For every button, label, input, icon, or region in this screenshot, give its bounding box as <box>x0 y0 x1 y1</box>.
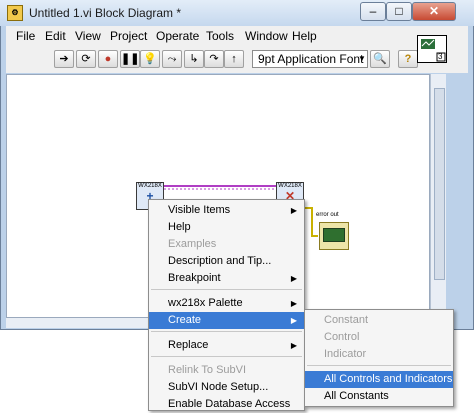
menu-item-examples: Examples <box>149 236 304 253</box>
menu-item-label: All Controls and Indicators <box>324 373 453 385</box>
menu-item-label: Enable Database Access <box>168 398 291 410</box>
menu-separator <box>151 289 302 290</box>
menu-item-help[interactable]: Help <box>149 219 304 236</box>
menu-separator <box>151 331 302 332</box>
menu-item-label: Constant <box>324 314 369 326</box>
menu-item-label: Create <box>168 314 202 326</box>
menu-item-label: Visible Items <box>168 204 231 216</box>
submenu-item-control: Control <box>305 329 453 346</box>
menu-item-label: Control <box>324 331 360 343</box>
menu-item-replace[interactable]: Replace ▶ <box>149 337 304 354</box>
menu-item-label: Examples <box>168 238 217 250</box>
error-cluster-icon <box>323 228 345 242</box>
submenu-item-all-constants[interactable]: All Constants <box>305 388 453 405</box>
menu-separator <box>151 356 302 357</box>
menu-item-label: Description and Tip... <box>168 255 272 267</box>
menu-item-subvi-node-setup[interactable]: SubVI Node Setup... <box>149 379 304 396</box>
submenu-arrow-icon: ▶ <box>290 341 297 350</box>
submenu-arrow-icon: ▶ <box>290 299 297 308</box>
context-menu: Visible Items ▶ Help Examples Description… <box>148 199 305 411</box>
submenu-item-indicator: Indicator <box>305 346 453 363</box>
submenu-item-constant: Constant <box>305 312 453 329</box>
menu-item-label: Help <box>168 221 191 233</box>
menu-item-label: SubVI Node Setup... <box>168 381 269 393</box>
submenu-arrow-icon: ▶ <box>290 274 297 283</box>
menu-item-create[interactable]: Create ▶ <box>149 312 304 329</box>
menu-item-relink-to-subvi: Relink To SubVI <box>149 362 304 379</box>
menu-separator <box>307 365 451 366</box>
menu-item-label: All Constants <box>324 390 389 402</box>
menu-item-label: Indicator <box>324 348 367 360</box>
error-out-indicator[interactable] <box>319 222 349 250</box>
menu-item-visible-items[interactable]: Visible Items ▶ <box>149 202 304 219</box>
menu-item-label: Replace <box>168 339 209 351</box>
error-out-label: error out <box>316 212 339 218</box>
menu-item-wx218x-palette[interactable]: wx218x Palette ▶ <box>149 295 304 312</box>
menu-item-label: Relink To SubVI <box>168 364 247 376</box>
menu-item-label: Breakpoint <box>168 272 221 284</box>
create-submenu: Constant Control Indicator All Controls … <box>304 309 454 407</box>
submenu-arrow-icon: ▶ <box>290 316 297 325</box>
menu-item-enable-database-access[interactable]: Enable Database Access <box>149 396 304 413</box>
submenu-item-all-controls-and-indicators[interactable]: All Controls and Indicators <box>305 371 453 388</box>
menu-item-description-and-tip[interactable]: Description and Tip... <box>149 253 304 270</box>
menu-item-breakpoint[interactable]: Breakpoint ▶ <box>149 270 304 287</box>
submenu-arrow-icon: ▶ <box>290 206 297 215</box>
menu-item-label: wx218x Palette <box>168 297 243 309</box>
